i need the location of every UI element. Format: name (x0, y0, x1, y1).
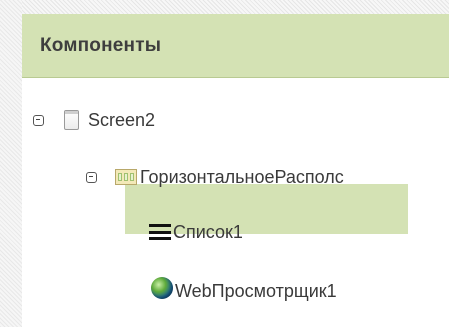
tree-node-label: Список1 (173, 221, 243, 242)
tree-node-horizontal-arrangement[interactable]: ГоризонтальноеРасполс (86, 157, 344, 197)
left-edge (0, 0, 22, 327)
horizontal-arrangement-icon (115, 169, 137, 185)
tree-node-label: WebПросмотрщик1 (175, 280, 337, 301)
tree-node-label: ГоризонтальноеРасполс (140, 166, 344, 187)
tree-node-label: Screen2 (88, 109, 156, 130)
top-edge (0, 0, 449, 14)
collapse-toggle-arrangement[interactable] (86, 171, 97, 183)
collapse-toggle-screen2[interactable] (33, 114, 44, 126)
tree-node-webviewer1[interactable]: WebПросмотрщик1 (151, 271, 337, 311)
list-icon (149, 224, 171, 240)
tree-node-screen2[interactable]: Screen2 (33, 100, 155, 140)
panel-title: Компоненты (40, 35, 162, 56)
screen-icon (64, 110, 79, 130)
panel-header: Компоненты (22, 14, 449, 78)
component-tree: Screen2 ГоризонтальноеРасполс Список1 We… (22, 78, 449, 327)
globe-icon (151, 277, 173, 299)
tree-node-list1[interactable]: Список1 (149, 212, 243, 252)
components-panel: Компоненты Screen2 ГоризонтальноеРасполс… (0, 0, 449, 327)
